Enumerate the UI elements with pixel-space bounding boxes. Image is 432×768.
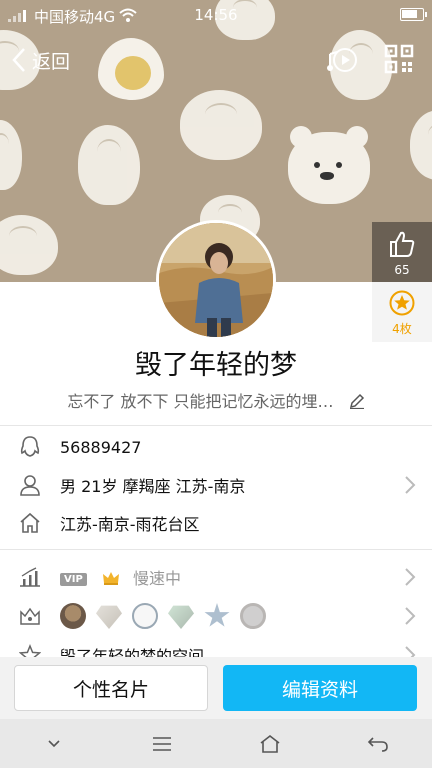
basic-info: 男 21岁 摩羯座 江苏-南京 [60, 477, 246, 496]
nickname: 毁了年轻的梦 [135, 350, 297, 381]
signature-text: 忘不了 放不下 只能把记忆永远的埋… [67, 392, 334, 411]
top-nav: 返回 [0, 40, 432, 80]
medal-wall-icon [0, 606, 60, 626]
edit-pen-icon[interactable] [349, 393, 365, 413]
crown-icon [102, 570, 120, 590]
diamond-medal-icon[interactable] [96, 605, 122, 629]
home-outline-icon [0, 512, 60, 534]
qr-code-icon[interactable] [384, 44, 416, 76]
bottom-action-bar: 个性名片 编辑资料 [0, 657, 432, 719]
collapse-icon[interactable] [34, 724, 74, 764]
chevron-left-icon [12, 48, 25, 72]
divider [0, 549, 432, 550]
penguin-icon [0, 436, 60, 458]
person-icon [0, 474, 60, 496]
menu-icon[interactable] [142, 724, 182, 764]
level-chart-icon [0, 567, 60, 587]
badge-button[interactable]: 4枚 [372, 282, 432, 342]
bolt-medal-icon[interactable] [240, 603, 266, 629]
penguin-medal-icon[interactable] [60, 603, 86, 629]
badge-count: 4枚 [392, 322, 412, 336]
status-bar: 中国移动4G 14:56 [0, 0, 432, 30]
back-arrow-icon[interactable] [358, 724, 398, 764]
signature-row[interactable]: 忘不了 放不下 只能把记忆永远的埋… [0, 388, 432, 413]
chevron-right-icon [405, 568, 416, 586]
avatar[interactable] [156, 220, 276, 340]
battery-icon [400, 8, 427, 21]
divider [0, 425, 432, 426]
profile-screen: 中国移动4G 14:56 返回 65 4枚 毁了年轻的梦 忘不了 放不下 只能把… [0, 0, 432, 768]
hometown-row: 江苏-南京-雨花台区 [0, 504, 432, 542]
like-button[interactable]: 65 [372, 222, 432, 282]
star-badge-icon [389, 290, 415, 316]
vip-tag: VIP [60, 572, 87, 586]
medals-row[interactable] [0, 597, 432, 635]
speed-text: 慢速中 [132, 568, 181, 588]
clock: 14:56 [194, 6, 238, 24]
level-row[interactable]: VIP 慢速中 [0, 558, 432, 596]
back-button[interactable]: 返回 [10, 46, 70, 74]
qq-number-row: 56889427 [0, 428, 432, 466]
star-medal-icon[interactable] [204, 603, 230, 627]
like-count: 65 [394, 263, 410, 277]
system-nav-bar [0, 719, 432, 768]
home-icon[interactable] [250, 724, 290, 764]
back-label: 返回 [32, 50, 71, 73]
basic-info-row[interactable]: 男 21岁 摩羯座 江苏-南京 [0, 466, 432, 504]
chevron-right-icon [405, 476, 416, 494]
cloud-medal-icon[interactable] [132, 603, 158, 629]
thumbs-up-icon [390, 231, 415, 257]
qq-number: 56889427 [60, 437, 142, 457]
chevron-right-icon [405, 607, 416, 625]
personal-card-button[interactable]: 个性名片 [14, 665, 208, 711]
edit-profile-button[interactable]: 编辑资料 [223, 665, 417, 711]
gem-medal-icon[interactable] [168, 605, 194, 629]
music-play-icon[interactable] [327, 44, 359, 76]
hometown: 江苏-南京-雨花台区 [60, 515, 200, 534]
